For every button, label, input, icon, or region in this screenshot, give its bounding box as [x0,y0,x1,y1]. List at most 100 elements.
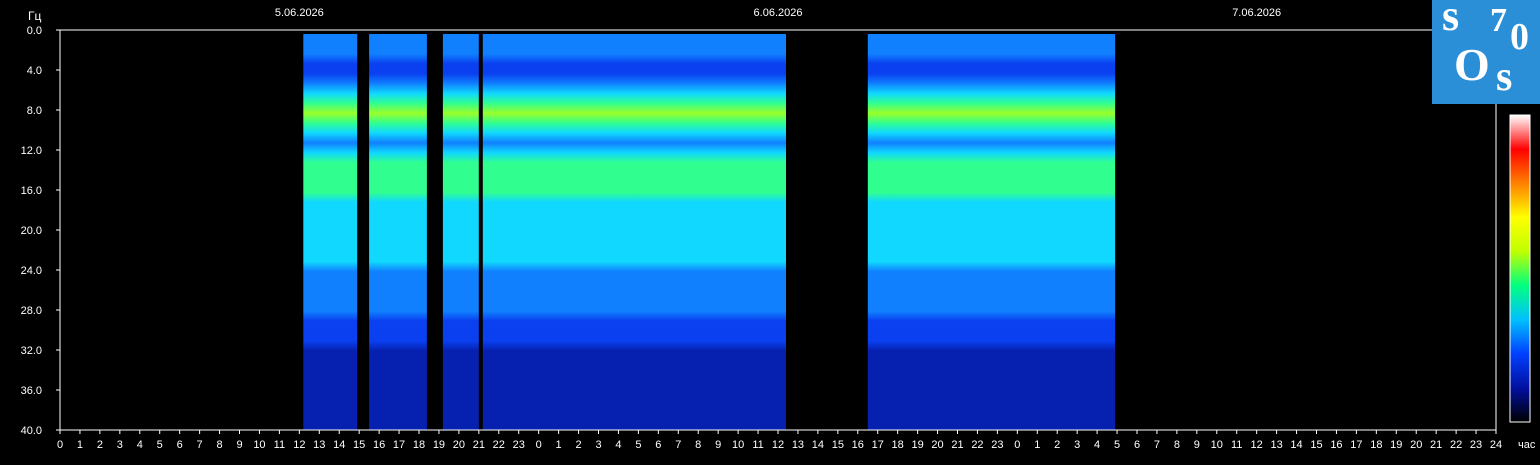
x-tick-label: 19 [1390,439,1402,451]
x-tick-label: 2 [1054,439,1060,451]
spectrogram-chart: 0.0 4.0 8.0 12.0 16.0 20.0 24.0 28.0 32.0 36.0 40.… [0,0,1540,460]
x-tick-label: 10 [1211,439,1223,451]
spectrogram-svg: 0.0 4.0 8.0 12.0 16.0 20.0 24.0 28.0 32.0 36.0 40.… [21,7,1536,451]
x-tick-label: 6 [177,439,183,451]
x-tick-label: 22 [493,439,505,451]
data-block [482,34,786,430]
x-tick-label: 20 [453,439,465,451]
y-tick-label: 20.0 [21,225,42,237]
x-tick-label: 2 [97,439,103,451]
x-tick-label: 1 [1034,439,1040,451]
x-tick-label: 5 [1114,439,1120,451]
x-tick-label: 1 [556,439,562,451]
y-tick-label: 36.0 [21,385,42,397]
x-tick-label: 12 [293,439,305,451]
x-tick-label: 10 [732,439,744,451]
x-tick-label: 13 [792,439,804,451]
x-tick-label: 23 [513,439,525,451]
x-tick-label: 5 [157,439,163,451]
logo-letter-o: O [1454,39,1490,90]
x-tick-label: 9 [1194,439,1200,451]
x-tick-label: 7 [675,439,681,451]
y-axis: 0.0 4.0 8.0 12.0 16.0 20.0 24.0 28.0 32.0 36.0 40.… [21,25,60,437]
x-tick-label: 0 [1014,439,1020,451]
x-tick-label: 18 [892,439,904,451]
x-tick-label: 13 [313,439,325,451]
x-axis-label: час [1518,439,1536,451]
color-scale-bar [1509,114,1531,423]
x-tick-label: 20 [931,439,943,451]
x-tick-label: 3 [595,439,601,451]
x-tick-label: 8 [216,439,222,451]
date-label: 7.06.2026 [1232,7,1281,19]
data-block [442,34,479,430]
x-tick-label: 4 [137,439,143,451]
x-tick-label: 17 [393,439,405,451]
x-tick-label: 3 [1074,439,1080,451]
data-block [867,34,1116,430]
y-tick-label: 0.0 [27,25,42,37]
data-layer [303,34,1116,430]
x-tick-label: 14 [333,439,345,451]
x-tick-label: 11 [1231,439,1242,451]
logo-letter-s-bottom: s [1496,54,1513,100]
x-tick-label: 4 [615,439,621,451]
x-tick-label: 22 [1450,439,1462,451]
x-tick-label: 23 [1470,439,1482,451]
x-tick-label: 14 [812,439,824,451]
x-tick-label: 5 [635,439,641,451]
x-tick-label: 8 [1174,439,1180,451]
date-label: 5.06.2026 [275,7,324,19]
x-tick-label: 21 [473,439,485,451]
y-tick-label: 24.0 [21,265,42,277]
logo-digit-0: 0 [1510,16,1529,58]
x-tick-label: 3 [117,439,123,451]
x-tick-label: 18 [1370,439,1382,451]
x-tick-label: 12 [1251,439,1263,451]
y-tick-label: 4.0 [27,65,42,77]
y-tick-label: 8.0 [27,105,42,117]
x-tick-label: 6 [655,439,661,451]
y-tick-label: 32.0 [21,345,42,357]
x-tick-label: 9 [236,439,242,451]
x-tick-label: 12 [772,439,784,451]
y-axis-label: Гц [28,9,41,23]
x-tick-label: 21 [1430,439,1442,451]
x-tick-label: 9 [715,439,721,451]
y-tick-label: 40.0 [21,425,42,437]
x-tick-label: 23 [991,439,1003,451]
date-labels: 5.06.2026 6.06.2026 7.06.2026 [275,7,1281,19]
x-tick-label: 11 [274,439,285,451]
x-tick-label: 7 [1154,439,1160,451]
x-tick-label: 18 [413,439,425,451]
x-tick-label: 16 [852,439,864,451]
x-tick-label: 4 [1094,439,1100,451]
x-tick-label: 15 [353,439,365,451]
y-tick-label: 12.0 [21,145,42,157]
y-tick-label: 28.0 [21,305,42,317]
x-tick-label: 7 [197,439,203,451]
x-tick-label: 19 [433,439,445,451]
x-tick-label: 15 [1310,439,1322,451]
data-block [369,34,427,430]
x-tick-label: 1 [77,439,83,451]
x-tick-label: 16 [1330,439,1342,451]
sos70-logo: s 7 0 O s [1432,0,1540,104]
date-label: 6.06.2026 [754,7,803,19]
x-tick-label: 16 [373,439,385,451]
x-tick-label: 17 [872,439,884,451]
x-tick-label: 17 [1350,439,1362,451]
logo-letter-s-top: s [1442,0,1460,40]
x-tick-label: 20 [1410,439,1422,451]
x-tick-label: 10 [253,439,265,451]
y-tick-label: 16.0 [21,185,42,197]
x-tick-label: 21 [951,439,963,451]
x-tick-label: 2 [575,439,581,451]
x-tick-label: 13 [1270,439,1282,451]
x-tick-label: 8 [695,439,701,451]
x-tick-label: 6 [1134,439,1140,451]
x-tick-label: 0 [536,439,542,451]
x-tick-label: 19 [911,439,923,451]
x-axis: 0 1 2 3 4 5 6 7 8 9 10 11 12 13 14 15 16 17 18 19 20 21 22 23 0 1… [57,430,1502,451]
x-tick-label: 22 [971,439,983,451]
